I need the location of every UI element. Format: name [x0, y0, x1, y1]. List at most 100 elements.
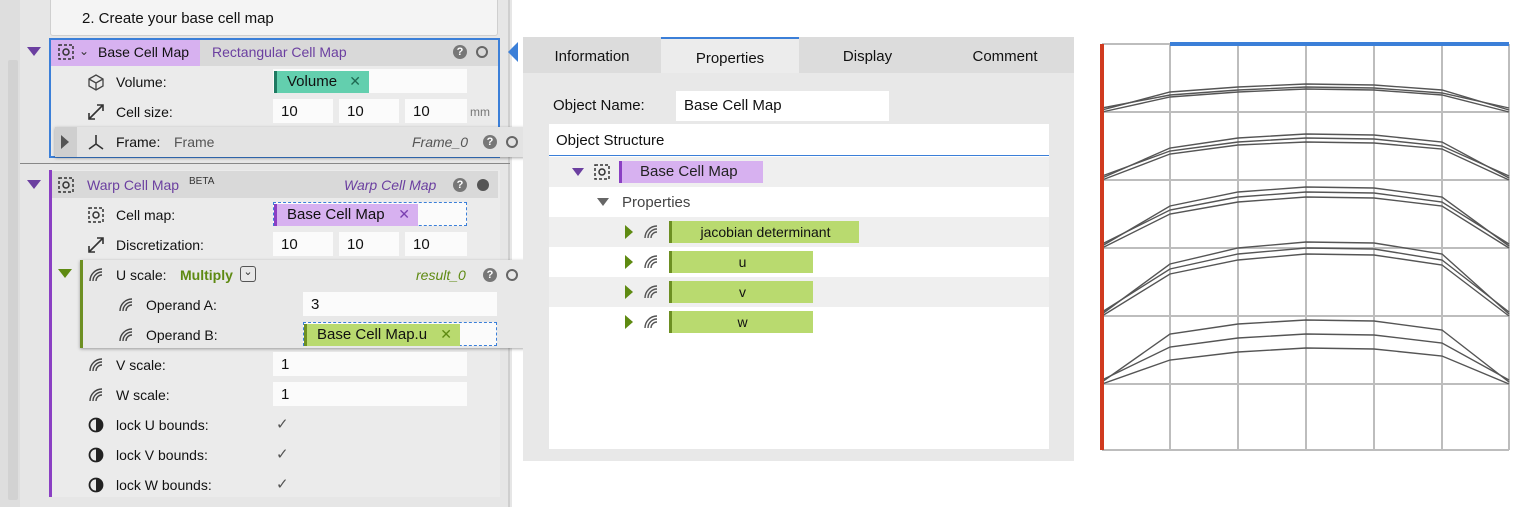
cell-size-x-input[interactable]: 10: [273, 99, 333, 123]
w-field-icon: [641, 312, 661, 335]
expand-v-icon[interactable]: [625, 285, 633, 299]
collapse-warp-cell-map-icon[interactable]: [27, 180, 41, 189]
step-title: 2. Create your base cell map: [82, 10, 274, 27]
cell-size-unit: mm: [470, 105, 490, 119]
prop-w[interactable]: w: [669, 311, 813, 333]
u-scale-output: result_0: [416, 267, 466, 283]
tree-root-tag[interactable]: Base Cell Map: [619, 161, 763, 183]
left-scrollbar[interactable]: [8, 60, 18, 500]
cell-size-z-input[interactable]: 10: [405, 99, 467, 123]
warp-cell-map-icon: [56, 175, 78, 198]
u-scale-operation[interactable]: Multiply: [180, 267, 233, 283]
volume-label: Volume:: [116, 74, 167, 90]
discretization-label: Discretization:: [116, 237, 204, 253]
volume-icon: [86, 72, 106, 95]
u-scale-output-port-icon[interactable]: [506, 269, 518, 281]
viewport-3d[interactable]: [1100, 42, 1511, 452]
u-scale-help-icon[interactable]: ?: [483, 268, 497, 282]
frame-value: Frame: [174, 134, 215, 150]
tab-comment[interactable]: Comment: [936, 37, 1074, 73]
lock-u-checkbox[interactable]: ✓: [276, 415, 289, 433]
warped-grid-svg: [1100, 42, 1510, 451]
prop-v[interactable]: v: [669, 281, 813, 303]
lock-v-label: lock V bounds:: [116, 447, 208, 463]
operand-a-input[interactable]: 3: [303, 292, 497, 316]
tab-display[interactable]: Display: [799, 37, 936, 73]
discretization-y-input[interactable]: 10: [339, 232, 399, 256]
discretization-icon: [86, 235, 106, 258]
lock-v-icon: [88, 447, 104, 466]
object-name-input[interactable]: Base Cell Map: [676, 91, 889, 121]
beta-badge: BETA: [189, 176, 215, 187]
w-scale-label: W scale:: [116, 387, 170, 403]
warp-help-icon[interactable]: ?: [453, 178, 467, 192]
collapse-base-cell-map-icon[interactable]: [27, 47, 41, 56]
frame-output: Frame_0: [412, 134, 469, 150]
cell-size-y-input[interactable]: 10: [339, 99, 399, 123]
operand-a-label: Operand A:: [146, 297, 217, 313]
discretization-z-input[interactable]: 10: [405, 232, 467, 256]
lock-u-icon: [88, 417, 104, 436]
u-field-icon: [641, 252, 661, 275]
cell-map-input-icon: [86, 205, 106, 228]
operand-b-tag[interactable]: Base Cell Map.u ✕: [304, 324, 460, 346]
operand-b-icon: [116, 325, 136, 348]
frame-output-port-icon[interactable]: [506, 136, 518, 148]
expand-frame-icon[interactable]: [61, 135, 69, 149]
jacobian-field-icon: [641, 222, 661, 245]
v-scale-icon: [86, 355, 106, 378]
lock-v-checkbox[interactable]: ✓: [276, 445, 289, 463]
expand-u-icon[interactable]: [625, 255, 633, 269]
prop-jacobian-determinant[interactable]: jacobian determinant: [669, 221, 859, 243]
operand-a-icon: [116, 295, 136, 318]
v-scale-input[interactable]: 1: [273, 352, 467, 376]
lock-w-label: lock W bounds:: [116, 477, 212, 493]
cell-size-label: Cell size:: [116, 104, 173, 120]
chevron-down-icon[interactable]: ⌄: [79, 44, 89, 58]
cell-map-label: Cell map:: [116, 207, 176, 223]
node-separator: [20, 163, 510, 164]
volume-tag[interactable]: Volume ✕: [274, 71, 369, 93]
v-scale-label: V scale:: [116, 357, 166, 373]
lock-w-checkbox[interactable]: ✓: [276, 475, 289, 493]
w-scale-icon: [86, 385, 106, 408]
cell-map-tag[interactable]: Base Cell Map ✕: [274, 204, 418, 226]
panel-divider: [508, 0, 510, 507]
remove-operand-b-icon[interactable]: ✕: [440, 326, 452, 343]
output-port-icon[interactable]: [476, 46, 488, 58]
tree-root-toggle-icon[interactable]: [572, 168, 584, 176]
tab-information[interactable]: Information: [523, 37, 661, 73]
help-icon[interactable]: ?: [453, 45, 467, 59]
selection-pointer-icon: [508, 42, 518, 62]
prop-u[interactable]: u: [669, 251, 813, 273]
warp-cell-map-title[interactable]: Warp Cell Map: [87, 177, 179, 193]
frame-label: Frame:: [116, 134, 161, 150]
base-cell-map-title[interactable]: Base Cell Map: [98, 44, 189, 60]
base-cell-map-subtitle: Rectangular Cell Map: [212, 44, 347, 60]
v-field-icon: [641, 282, 661, 305]
properties-toggle-icon[interactable]: [597, 198, 609, 206]
frame-axes-icon: [86, 132, 106, 155]
tree-root-cell-map-icon: [592, 162, 612, 185]
tab-properties[interactable]: Properties: [661, 37, 799, 73]
remove-volume-icon[interactable]: ✕: [349, 73, 361, 90]
lock-u-label: lock U bounds:: [116, 417, 209, 433]
remove-cell-map-icon[interactable]: ✕: [398, 206, 410, 223]
operation-dropdown-icon[interactable]: ⌄: [240, 266, 256, 282]
volume-tag-label: Volume: [287, 73, 338, 90]
expand-jacobian-icon[interactable]: [625, 225, 633, 239]
operand-b-label: Operand B:: [146, 327, 218, 343]
frame-help-icon[interactable]: ?: [483, 135, 497, 149]
cell-map-icon: [56, 42, 78, 65]
operand-b-tag-label: Base Cell Map.u: [317, 326, 428, 343]
warp-output-port-icon[interactable]: [477, 179, 489, 191]
collapse-u-scale-icon[interactable]: [58, 269, 72, 278]
discretization-x-input[interactable]: 10: [273, 232, 333, 256]
w-scale-input[interactable]: 1: [273, 382, 467, 406]
object-structure-label: Object Structure: [556, 132, 665, 149]
expand-w-icon[interactable]: [625, 315, 633, 329]
cell-size-icon: [86, 102, 106, 125]
u-scale-field-icon: [86, 265, 106, 288]
lock-w-icon: [88, 477, 104, 496]
warp-cell-map-type: Warp Cell Map: [344, 177, 437, 193]
